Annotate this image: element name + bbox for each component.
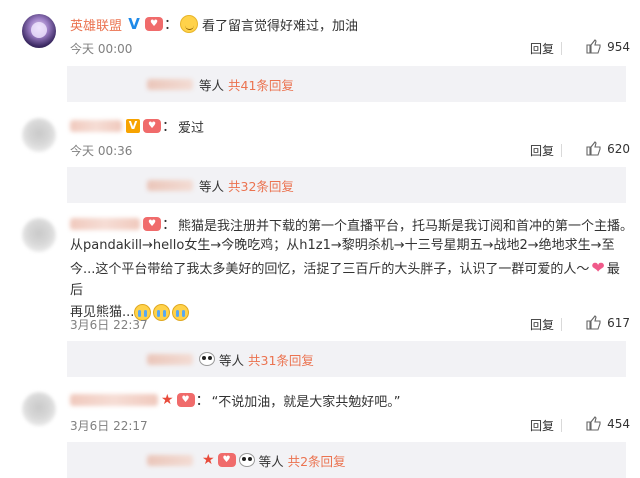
comment-text-line: 熊猫是我注册并下载的第一个直播平台，托马斯是我订阅和首冲的第一个主播。 [178, 218, 634, 234]
replies-summary[interactable]: 等人 共31条回复 [67, 341, 626, 377]
verified-icon: V [128, 15, 140, 33]
like-button[interactable]: 617 [586, 315, 630, 330]
star-badge-icon: ★ [202, 452, 215, 468]
replies-prefix: 等人 [199, 178, 225, 194]
fan-badge-icon: ♥ [217, 453, 236, 467]
like-icon [586, 39, 601, 54]
username-link[interactable] [70, 394, 158, 406]
fan-badge-icon: ♥ [143, 119, 161, 133]
like-button[interactable]: 620 [586, 141, 630, 156]
username-link[interactable]: 英雄联盟 [70, 15, 122, 34]
comment-text-body: 从pandakill→hello女生→今晚吃鸡；从h1z1→黎明杀机→十三号星期… [70, 235, 630, 323]
user-avatar[interactable] [22, 118, 56, 152]
replier-names [147, 78, 193, 90]
replier-names [147, 454, 193, 466]
user-avatar[interactable] [22, 218, 56, 252]
like-icon [586, 315, 601, 330]
fan-badge-icon: ♥ [145, 17, 164, 31]
reply-button[interactable]: 回复 [530, 316, 554, 333]
star-badge-icon: ★ [161, 392, 174, 408]
reply-button[interactable]: 回复 [530, 40, 554, 57]
like-button[interactable]: 454 [586, 416, 630, 431]
panda-icon [199, 352, 215, 366]
replies-count-link[interactable]: 共32条回复 [228, 176, 294, 195]
comment-time: 今天 00:00 [70, 42, 133, 56]
replier-names [147, 353, 193, 365]
like-count: 454 [607, 416, 630, 431]
like-count: 954 [607, 39, 630, 54]
comment-text: “不说加油，就是大家共勉好吧。” [211, 394, 401, 410]
user-avatar[interactable] [22, 14, 56, 48]
like-button[interactable]: 954 [586, 39, 630, 54]
heart-emoji-icon: ❤ [591, 257, 605, 277]
verified-icon: V [126, 119, 140, 133]
reply-button[interactable]: 回复 [530, 142, 554, 159]
comment-time: 3月6日 22:37 [70, 318, 148, 332]
like-count: 617 [607, 315, 630, 330]
comment-text-line: 从pandakill→hello女生→今晚吃鸡；从h1z1→黎明杀机→十三号星期… [70, 238, 615, 253]
replier-names [147, 179, 193, 191]
smile-emoji-icon [180, 15, 199, 33]
username-link[interactable] [70, 120, 122, 132]
fan-badge-icon: ♥ [176, 393, 195, 407]
like-count: 620 [607, 141, 630, 156]
reply-button[interactable]: 回复 [530, 417, 554, 434]
replies-count-link[interactable]: 共2条回复 [288, 451, 346, 470]
comment-time: 3月6日 22:17 [70, 419, 148, 433]
replies-summary[interactable]: ★ ♥ 等人 共2条回复 [67, 442, 626, 478]
replies-summary[interactable]: 等人 共32条回复 [67, 167, 626, 203]
comment-text-line: 今...这个平台带给了我太多美好的回忆，活捉了三百斤的大头胖子，认识了一群可爱的… [70, 257, 620, 299]
replies-prefix: 等人 [199, 77, 225, 93]
user-avatar[interactable] [22, 392, 56, 426]
replies-prefix: 等人 [258, 453, 284, 469]
comment-text: 看了留言觉得好难过，加油 [202, 18, 359, 34]
username-link[interactable] [70, 218, 140, 230]
comment-text: 爱过 [178, 120, 205, 136]
replies-count-link[interactable]: 共31条回复 [248, 350, 314, 369]
panda-icon [238, 453, 255, 467]
replies-summary[interactable]: 等人 共41条回复 [67, 66, 626, 102]
comment-time: 今天 00:36 [70, 144, 133, 158]
like-icon [586, 141, 601, 156]
fan-badge-icon: ♥ [143, 217, 161, 231]
replies-prefix: 等人 [219, 352, 245, 368]
like-icon [586, 416, 601, 431]
replies-count-link[interactable]: 共41条回复 [228, 75, 294, 94]
